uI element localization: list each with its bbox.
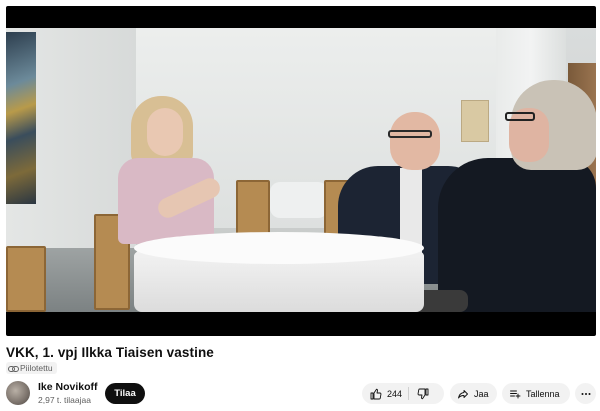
scene-person-man-head [390,112,440,170]
save-label: Tallenna [526,388,560,399]
visibility-label: Piilotettu [20,363,53,373]
subscribe-button[interactable]: Tilaa [105,383,145,404]
playlist-add-icon [509,388,521,400]
more-horizontal-icon [580,388,592,400]
video-player[interactable] [6,6,596,336]
video-frame[interactable] [6,28,596,312]
scene-chair [236,180,270,240]
share-arrow-icon [457,388,469,400]
save-button[interactable]: Tallenna [502,383,570,404]
more-actions-button[interactable] [575,383,596,404]
like-dislike-group: 244 [362,383,444,404]
visibility-badge: Piilotettu [6,362,57,374]
video-title: VKK, 1. vpj Ilkka Tiaisen vastine [6,345,214,360]
channel-name[interactable]: Ike Novikoff [38,381,98,393]
scene-person-man-glasses [388,130,432,138]
link-icon [8,365,19,372]
like-button[interactable]: 244 [362,387,410,400]
thumbs-down-icon [417,388,429,400]
scene-painting [6,32,36,204]
scene-person-woman-right [438,158,596,312]
thumbs-up-icon [370,388,382,400]
share-label: Jaa [474,388,489,399]
like-count: 244 [387,388,403,399]
share-button[interactable]: Jaa [450,383,497,404]
scene-table-top [134,232,424,264]
subscriber-count: 2,97 t. tilaajaa [38,395,91,405]
scene-person-woman-left-face [147,108,183,156]
scene-chair [6,246,46,312]
scene-person-woman-right-glasses [505,112,535,121]
scene-notice-board [461,100,489,142]
scene-back-table [270,182,328,218]
dislike-button[interactable] [409,383,437,404]
channel-avatar[interactable] [6,381,30,405]
